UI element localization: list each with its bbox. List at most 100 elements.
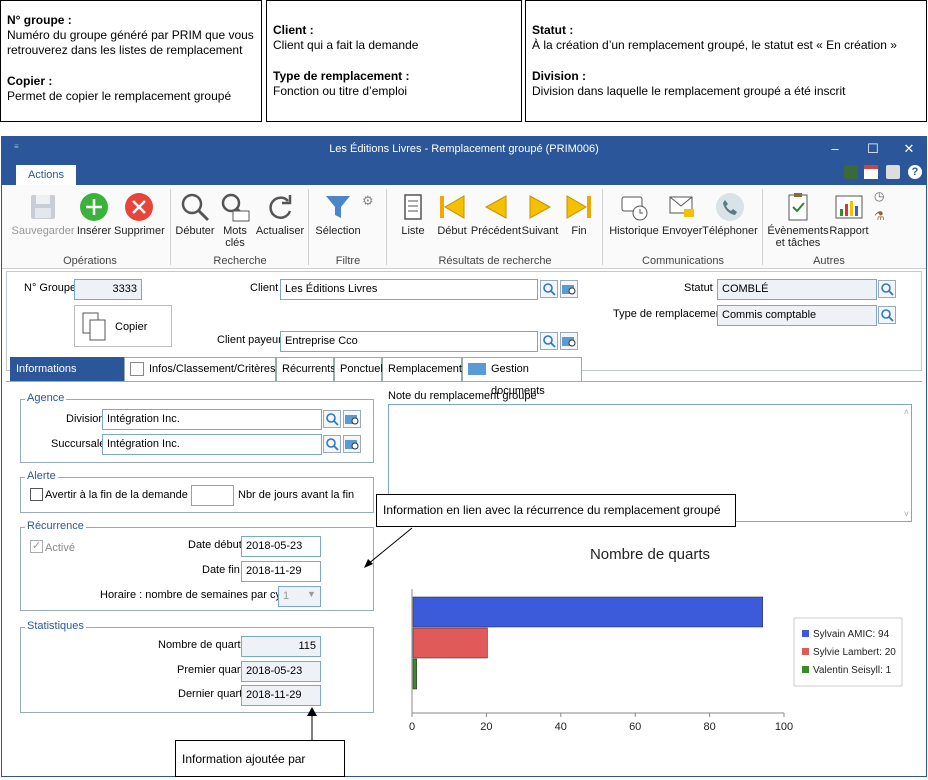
client-payeur-search-button[interactable] <box>540 332 558 350</box>
keywords-button[interactable]: Mots clés <box>218 191 252 249</box>
history-button[interactable]: Historique <box>608 191 660 237</box>
save-icon <box>27 191 59 223</box>
tab-infos-classement[interactable]: Infos/Classement/Critères <box>124 357 276 381</box>
active-label: Activé <box>45 542 75 554</box>
statut-label: Statut <box>684 282 713 294</box>
user-report-icon[interactable]: ⚗ <box>874 209 885 223</box>
ribbon-tabbar: Actions ? <box>2 161 926 185</box>
date-debut-field[interactable]: 2018-05-23 <box>241 536 321 557</box>
client-payeur-open-button[interactable] <box>560 332 578 350</box>
button-label: Sauvegarder <box>11 225 75 237</box>
button-label: Début <box>437 225 467 237</box>
note-text: À la création d’un remplacement groupé, … <box>532 38 897 52</box>
tab-informations-generales[interactable]: Informations générales <box>10 357 124 397</box>
division-open-button[interactable] <box>343 410 361 428</box>
filter-settings-icon[interactable]: ⚙ <box>362 193 374 209</box>
x-tick-label: 100 <box>775 721 793 733</box>
phone-icon <box>714 191 746 223</box>
phone-button[interactable]: Téléphoner <box>702 191 758 237</box>
note-text: Permet de copier le remplacement groupé <box>7 89 232 103</box>
folder-search-icon <box>345 440 359 450</box>
client-payeur-field[interactable]: Entreprise Cco <box>280 331 538 352</box>
legend-swatch <box>802 648 809 655</box>
type-search-button[interactable] <box>878 306 896 324</box>
client-search-button[interactable] <box>540 280 558 298</box>
last-button[interactable]: Fin <box>562 191 596 237</box>
next-button[interactable]: Suivant <box>520 191 560 237</box>
button-label: Mots clés <box>223 225 247 249</box>
delete-icon <box>123 191 155 223</box>
list-button[interactable]: Liste <box>396 191 430 237</box>
previous-icon <box>480 191 512 223</box>
statut-search-button[interactable] <box>878 280 896 298</box>
note-text: Client qui a fait la demande <box>273 38 419 52</box>
copy-button[interactable]: Copier <box>74 305 172 347</box>
note-title: N° groupe : <box>7 13 72 27</box>
tab-ponctuel[interactable]: Ponctuel <box>334 357 383 381</box>
title-bar: ≡ Les Éditions Livres - Remplacement gro… <box>2 137 926 161</box>
succursale-field[interactable]: Intégration Inc. <box>102 434 322 455</box>
group-label-autres: Autres <box>813 255 845 267</box>
note-client: Client : Client qui a fait la demande Ty… <box>266 0 522 122</box>
application-window: ≡ Les Éditions Livres - Remplacement gro… <box>1 136 927 777</box>
jours-field[interactable] <box>191 485 234 506</box>
scrollbar-down-icon[interactable]: ˅ <box>904 509 909 519</box>
division-search-button[interactable] <box>323 410 341 428</box>
note-title: Type de remplacement : <box>273 69 410 83</box>
client-field[interactable]: Les Éditions Livres <box>280 279 538 300</box>
save-button[interactable]: Sauvegarder <box>10 191 76 237</box>
statut-field: COMBLÉ <box>717 279 877 300</box>
help-icon[interactable]: ? <box>908 165 922 179</box>
legend-swatch <box>802 630 809 637</box>
tab-actions[interactable]: Actions <box>16 165 76 185</box>
note-text: Division dans laquelle le remplacement g… <box>532 84 846 98</box>
clock-icon[interactable]: ◷ <box>874 189 884 203</box>
active-checkbox[interactable]: ✓ <box>30 540 43 553</box>
first-button[interactable]: Début <box>434 191 470 237</box>
succursale-open-button[interactable] <box>343 435 361 453</box>
report-button[interactable]: Rapport <box>828 191 870 237</box>
tab-recurrents[interactable]: Récurrents <box>276 357 336 381</box>
minimize-button[interactable]: – <box>820 139 850 159</box>
client-open-button[interactable] <box>560 280 578 298</box>
date-fin-field[interactable]: 2018-11-29 <box>241 561 321 582</box>
selection-button[interactable]: Sélection <box>314 191 362 237</box>
dernier-label: Dernier quart <box>178 688 243 700</box>
groupe-field: 3333 <box>74 279 142 300</box>
jours-label: Nbr de jours avant la fin <box>238 489 355 501</box>
tab-gestion-documents[interactable]: Gestion documents <box>462 357 582 397</box>
division-field[interactable]: Intégration Inc. <box>102 409 322 430</box>
last-icon <box>563 191 595 223</box>
delete-button[interactable]: Supprimer <box>114 191 165 237</box>
chart-panel: Nombre de quarts 0 20 40 60 80 100 Sylvain AMIC… <box>388 535 912 741</box>
group-divider <box>170 189 171 265</box>
scrollbar-up-icon[interactable]: ˄ <box>904 407 909 417</box>
button-label: Débuter <box>175 225 215 237</box>
note-text: Fonction ou titre d’emploi <box>273 84 408 98</box>
print-icon[interactable] <box>886 165 900 179</box>
events-tasks-button[interactable]: Évènements et tâches <box>766 191 830 249</box>
maximize-button[interactable]: ☐ <box>858 139 888 159</box>
send-button[interactable]: Envoyer <box>662 191 702 237</box>
succursale-search-button[interactable] <box>323 435 341 453</box>
premier-label: Premier quart <box>177 664 244 676</box>
calculator-icon[interactable] <box>844 165 858 179</box>
avertir-checkbox[interactable] <box>30 488 43 501</box>
group-divider <box>308 189 309 265</box>
x-tick-label: 20 <box>480 721 492 733</box>
calendar-icon[interactable] <box>864 165 878 179</box>
close-button[interactable]: ✕ <box>894 139 924 159</box>
fieldset-legend: Agence <box>25 392 67 404</box>
tab-remplacements[interactable]: Remplacements <box>382 357 467 381</box>
refresh-button[interactable]: Actualiser <box>254 191 306 237</box>
button-label: Actualiser <box>255 225 305 237</box>
callout-arrow <box>364 527 413 568</box>
search-start-button[interactable]: Débuter <box>174 191 216 237</box>
insert-button[interactable]: Insérer <box>74 191 114 237</box>
send-icon <box>666 191 698 223</box>
group-divider <box>386 189 387 265</box>
previous-button[interactable]: Précédent <box>470 191 522 237</box>
refresh-icon <box>264 191 296 223</box>
folder-search-icon <box>562 285 576 295</box>
date-fin-label: Date fin <box>202 564 240 576</box>
